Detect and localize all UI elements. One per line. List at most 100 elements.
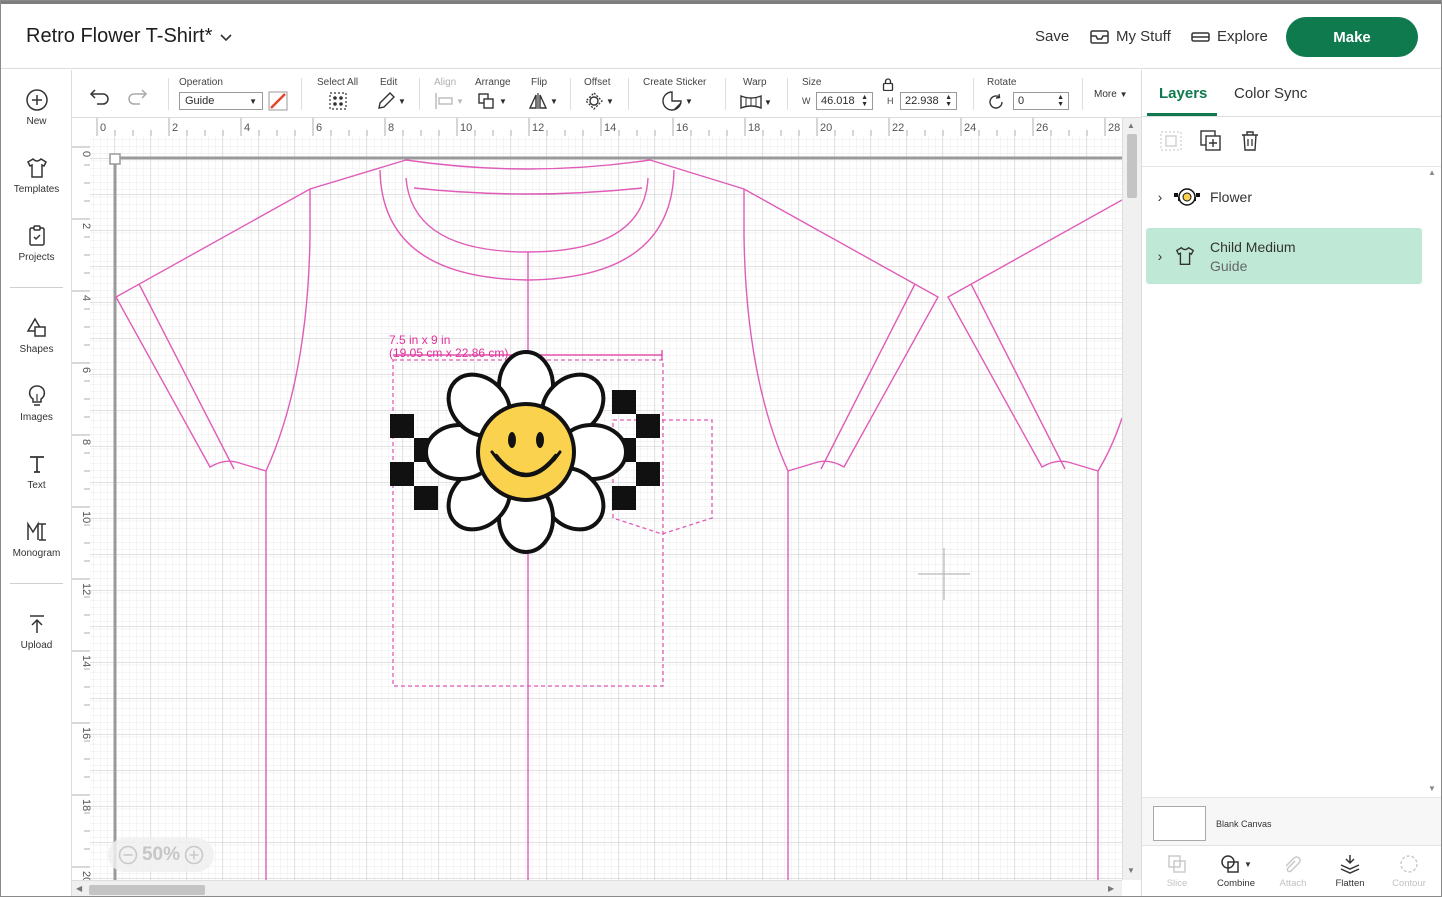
contour-label: Contour bbox=[1392, 878, 1426, 889]
redo-button[interactable] bbox=[126, 87, 148, 105]
scroll-left-icon[interactable]: ◀ bbox=[76, 884, 82, 893]
stepper-icon: ▲ ▼ bbox=[945, 94, 952, 108]
slice-icon bbox=[1168, 855, 1186, 873]
flip-icon bbox=[528, 93, 548, 109]
ruler-left-label: 10 bbox=[80, 511, 92, 523]
operation-color-swatch[interactable] bbox=[268, 91, 288, 111]
operation-select[interactable]: Guide ▼ bbox=[179, 92, 263, 110]
monogram-icon bbox=[26, 521, 46, 541]
mat-corner-handle[interactable] bbox=[109, 153, 121, 165]
nav-text[interactable]: Text bbox=[1, 452, 72, 491]
design-canvas[interactable]: 0 2 4 6 8 10 12 14 16 18 20 22 24 26 28 0 2 4 6 8 10 12 14 16 1… bbox=[72, 118, 1141, 896]
create-sticker-button[interactable]: ▼ bbox=[661, 91, 693, 111]
redo-icon bbox=[128, 89, 148, 105]
text-icon bbox=[29, 456, 44, 473]
rotate-icon-button[interactable] bbox=[987, 93, 1005, 111]
select-all-button[interactable] bbox=[328, 92, 348, 110]
edit-button[interactable]: ▼ bbox=[376, 92, 406, 110]
more-label: More bbox=[1094, 89, 1117, 100]
scroll-down-icon[interactable]: ▼ bbox=[1127, 866, 1135, 875]
zoom-in-icon[interactable] bbox=[184, 845, 204, 865]
width-input[interactable]: 46.018 ▲ ▼ bbox=[816, 92, 873, 110]
explore-button[interactable]: Explore bbox=[1191, 28, 1268, 45]
nav-new[interactable]: New bbox=[1, 88, 72, 127]
size-label: Size bbox=[802, 77, 822, 88]
combine-button[interactable]: ▼ Combine bbox=[1206, 854, 1266, 889]
expand-chevron-icon[interactable]: › bbox=[1146, 248, 1174, 264]
nav-upload[interactable]: Upload bbox=[1, 612, 72, 651]
nav-shapes[interactable]: Shapes bbox=[1, 316, 72, 355]
size-lock-button[interactable] bbox=[882, 78, 894, 91]
layer-row-flower[interactable]: › Flower bbox=[1146, 178, 1422, 216]
trash-icon[interactable] bbox=[1240, 130, 1260, 152]
project-title-dropdown[interactable]: Retro Flower T-Shirt* bbox=[26, 25, 234, 48]
dimension-label-in: 7.5 in x 9 in bbox=[389, 333, 450, 347]
warp-button[interactable]: ▼ bbox=[740, 94, 772, 110]
offset-button[interactable]: ▼ bbox=[584, 92, 614, 110]
toolbar-divider bbox=[787, 78, 788, 110]
nav-templates[interactable]: Templates bbox=[1, 156, 72, 195]
tab-layers[interactable]: Layers bbox=[1159, 85, 1207, 102]
nav-images[interactable]: Images bbox=[1, 384, 72, 423]
active-tab-underline bbox=[1147, 113, 1217, 116]
scroll-up-icon[interactable]: ▲ bbox=[1127, 121, 1135, 130]
blank-canvas-row[interactable]: Blank Canvas bbox=[1142, 797, 1441, 845]
align-button[interactable]: ▼ bbox=[434, 92, 464, 110]
more-menu-button[interactable]: More ▼ bbox=[1094, 89, 1128, 100]
make-button[interactable]: Make bbox=[1286, 17, 1418, 57]
canvas-horizontal-scrollbar[interactable]: ◀ ▶ bbox=[72, 880, 1122, 896]
blank-canvas-swatch[interactable] bbox=[1153, 806, 1206, 841]
canvas-vertical-scrollbar[interactable]: ▲ ▼ bbox=[1122, 118, 1141, 880]
height-input[interactable]: 22.938 ▲ ▼ bbox=[900, 92, 957, 110]
canvas-drawing[interactable]: 0 2 4 6 8 10 12 14 16 18 20 22 24 26 28 02468101214161… bbox=[72, 118, 1122, 880]
flip-button[interactable]: ▼ bbox=[528, 92, 558, 110]
edit-toolbar: Operation Guide ▼ Select All Edit ▼ Alig… bbox=[72, 70, 1141, 118]
slice-button[interactable]: Slice bbox=[1147, 854, 1207, 889]
scroll-right-icon[interactable]: ▶ bbox=[1108, 884, 1114, 893]
nav-monogram[interactable]: Monogram bbox=[1, 520, 72, 559]
scroll-down-icon[interactable]: ▼ bbox=[1428, 784, 1436, 793]
rotate-input[interactable]: 0 ▲ ▼ bbox=[1013, 92, 1069, 110]
arrange-button[interactable]: ▼ bbox=[477, 92, 507, 110]
dropdown-caret-icon: ▼ bbox=[1119, 90, 1128, 99]
ruler-left-label: 8 bbox=[80, 439, 92, 445]
scroll-up-icon[interactable]: ▲ bbox=[1428, 168, 1436, 177]
flatten-label: Flatten bbox=[1335, 878, 1365, 889]
layers-scrollbar[interactable]: ▲ ▼ bbox=[1424, 168, 1440, 798]
zoom-out-icon[interactable] bbox=[118, 845, 138, 865]
nav-monogram-label: Monogram bbox=[12, 548, 61, 559]
undo-button[interactable] bbox=[89, 87, 111, 105]
chevron-down-icon bbox=[220, 33, 232, 41]
dimension-label-cm: (19.05 cm x 22.86 cm) bbox=[389, 346, 508, 360]
dropdown-caret-icon: ▼ bbox=[249, 96, 257, 106]
ruler-left-label: 14 bbox=[80, 655, 92, 667]
my-stuff-button[interactable]: My Stuff bbox=[1090, 28, 1171, 45]
layer-name-child-medium: Child Medium bbox=[1210, 238, 1296, 255]
flower-design[interactable] bbox=[424, 350, 628, 554]
flatten-button[interactable]: Flatten bbox=[1320, 854, 1380, 889]
edit-label: Edit bbox=[380, 77, 398, 88]
save-label: Save bbox=[1035, 28, 1070, 45]
duplicate-icon[interactable] bbox=[1200, 130, 1222, 152]
horizontal-scroll-thumb[interactable] bbox=[89, 885, 205, 895]
tab-color-sync[interactable]: Color Sync bbox=[1234, 85, 1307, 102]
toolbar-divider bbox=[628, 78, 629, 110]
ruler-left-label: 18 bbox=[80, 799, 92, 811]
height-prefix: H bbox=[887, 96, 894, 106]
grid-major bbox=[90, 136, 1122, 880]
contour-button[interactable]: Contour bbox=[1379, 854, 1439, 889]
group-icon[interactable] bbox=[1160, 131, 1182, 151]
sticker-icon bbox=[662, 91, 682, 111]
save-button[interactable]: Save bbox=[1035, 28, 1069, 45]
attach-button[interactable]: Attach bbox=[1263, 854, 1323, 889]
ruler-top-label: 4 bbox=[244, 122, 250, 134]
align-label: Align bbox=[434, 77, 457, 88]
dropdown-caret-icon: ▼ bbox=[1244, 859, 1252, 869]
vertical-scroll-thumb[interactable] bbox=[1127, 134, 1137, 198]
ruler-left-label: 0 bbox=[80, 151, 92, 157]
nav-projects[interactable]: Projects bbox=[1, 224, 72, 263]
expand-chevron-icon[interactable]: › bbox=[1146, 189, 1174, 205]
layer-row-child-medium[interactable]: › Child Medium Guide bbox=[1146, 228, 1422, 284]
dropdown-caret-icon: ▼ bbox=[499, 96, 507, 106]
clipboard-icon bbox=[28, 225, 45, 246]
